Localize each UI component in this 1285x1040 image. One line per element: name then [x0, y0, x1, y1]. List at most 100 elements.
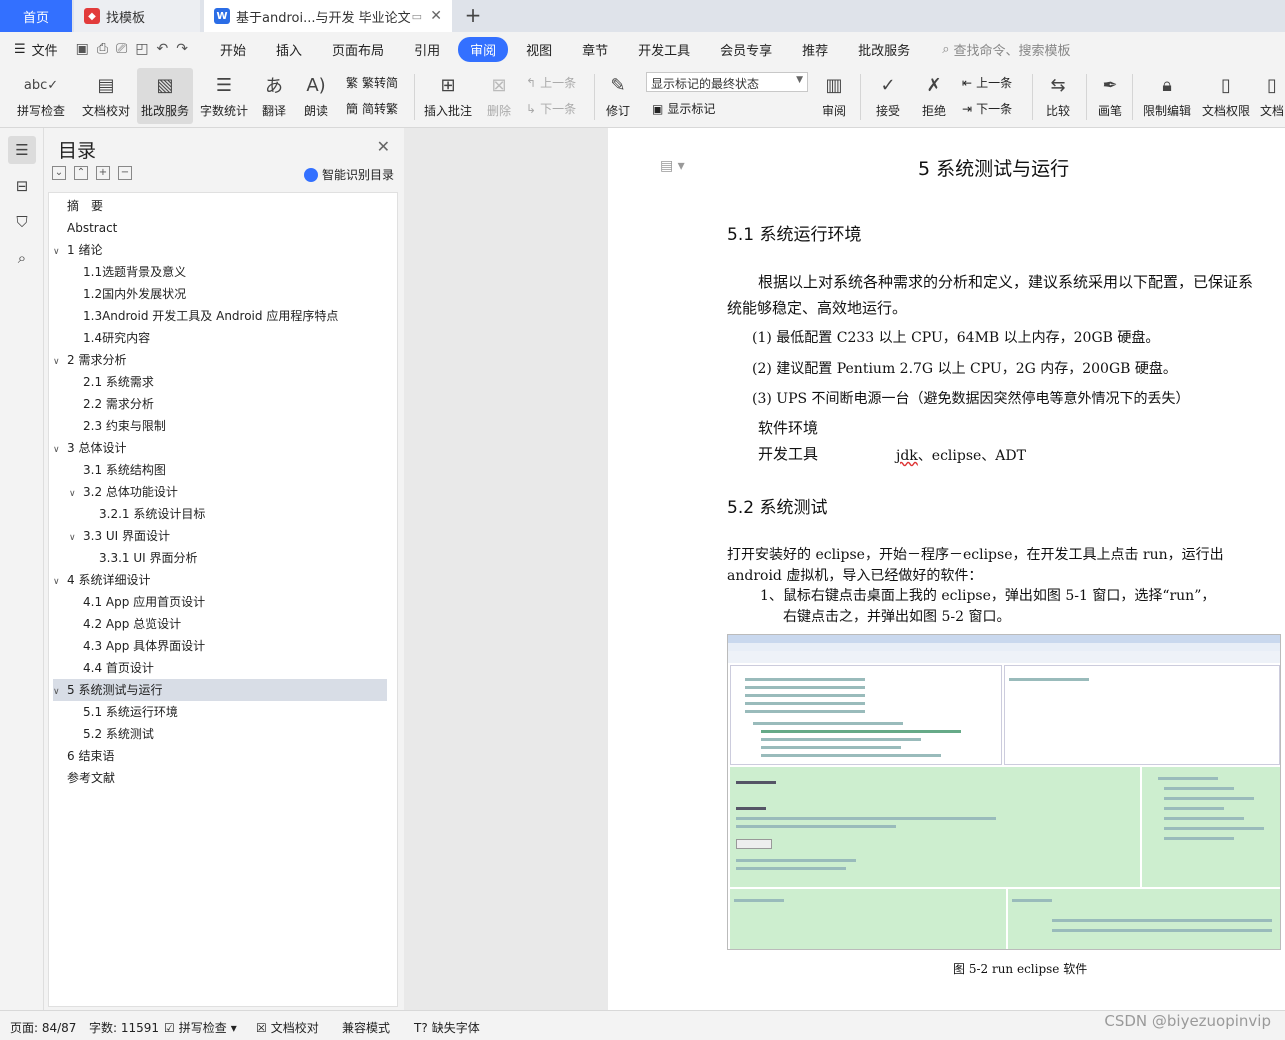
toc-item[interactable]: 2.1 系统需求 — [53, 371, 387, 393]
toc-item[interactable]: 4.2 App 总览设计 — [53, 613, 387, 635]
show-markup-button[interactable]: ▣ 显示标记 — [652, 100, 715, 117]
toc-item[interactable]: ∨ 5 系统测试与运行 — [53, 679, 387, 701]
doccheck-button[interactable]: ▤ 文档校对 — [78, 68, 134, 124]
word-count[interactable]: 字数: 11591 — [89, 1019, 159, 1036]
collapse-icon[interactable]: ⌄ — [52, 166, 66, 180]
toc-item[interactable]: 3.2.1 系统设计目标 — [53, 503, 387, 525]
command-search[interactable]: ⌕ 查找命令、搜索模板 — [942, 40, 1070, 59]
page-options-icon[interactable]: ▤ ▾ — [660, 158, 685, 174]
new-tab-button[interactable]: + — [462, 3, 484, 27]
chevron-down-icon[interactable]: ∨ — [53, 681, 67, 703]
toc-item[interactable]: 3.3.1 UI 界面分析 — [53, 547, 387, 569]
toc-item[interactable]: 3.1 系统结构图 — [53, 459, 387, 481]
compare-button[interactable]: ⇆ 比较 — [1040, 68, 1076, 124]
spellcheck-toggle[interactable]: ☑ 拼写检查 ▾ — [164, 1019, 237, 1036]
smart-toc-button[interactable]: 智能识别目录 — [303, 166, 394, 183]
tab-home[interactable]: 首页 — [0, 0, 72, 32]
review-pane-button[interactable]: ▥ 审阅 — [816, 68, 852, 124]
chevron-down-icon[interactable]: ∨ — [53, 439, 67, 461]
chevron-down-icon[interactable]: ∨ — [53, 571, 67, 593]
spellcheck-button[interactable]: abc✓ 拼写检查 — [10, 68, 72, 124]
toc-item[interactable]: 5.2 系统测试 — [53, 723, 387, 745]
file-menu[interactable]: ☰ 文件 — [14, 40, 58, 59]
toc-item[interactable]: ∨ 4 系统详细设计 — [53, 569, 387, 591]
toc-item[interactable]: ∨ 3.2 总体功能设计 — [53, 481, 387, 503]
toc-item[interactable]: 6 结束语 — [53, 745, 387, 767]
menu-recommend[interactable]: 推荐 — [790, 37, 840, 62]
chevron-down-icon[interactable]: ∨ — [53, 351, 67, 373]
toc-item[interactable]: 5.1 系统运行环境 — [53, 701, 387, 723]
missing-font[interactable]: T? 缺失字体 — [414, 1019, 480, 1036]
toc-item[interactable]: 4.3 App 具体界面设计 — [53, 635, 387, 657]
delete-comment-button[interactable]: ⊠ 删除 — [482, 68, 516, 124]
close-tab-icon[interactable]: ✕ — [430, 8, 442, 24]
menu-layout[interactable]: 页面布局 — [320, 37, 396, 62]
tab-template[interactable]: ◆ 找模板 — [74, 0, 200, 32]
toc-item[interactable]: 1.1选题背景及意义 — [53, 261, 387, 283]
bookmark-icon[interactable]: ⛉ — [8, 208, 36, 236]
read-aloud-button[interactable]: A) 朗读 — [300, 68, 332, 124]
restrict-edit-button[interactable]: 🔒︎ 限制编辑 — [1140, 68, 1194, 124]
next-comment-button[interactable]: ↳ 下一条 — [526, 100, 576, 117]
accept-button[interactable]: ✓ 接受 — [870, 68, 906, 124]
expand-icon[interactable]: ⌃ — [74, 166, 88, 180]
menu-review[interactable]: 审阅 — [458, 36, 509, 62]
pen-button[interactable]: ✒ 画笔 — [1094, 68, 1126, 124]
menu-correction[interactable]: 批改服务 — [846, 37, 922, 62]
toc-item[interactable]: ∨ 1 绪论 — [53, 239, 387, 261]
toc-item[interactable]: 4.1 App 应用首页设计 — [53, 591, 387, 613]
undo-icon[interactable]: ↶ — [157, 41, 169, 57]
doc-permission-button[interactable]: ▯ 文档权限 — [1200, 68, 1252, 124]
compat-mode[interactable]: 兼容模式 — [342, 1019, 390, 1036]
find-icon[interactable]: ⌕ — [8, 244, 36, 272]
doccheck-status[interactable]: ☒ 文档校对 — [256, 1019, 319, 1036]
float-window-icon[interactable]: ▭ — [412, 10, 422, 23]
menu-developer[interactable]: 开发工具 — [626, 37, 702, 62]
simp-to-trad-button[interactable]: 簡简转繁 — [346, 100, 398, 117]
redo-icon[interactable]: ↷ — [176, 41, 188, 57]
toc-item[interactable]: 2.3 约束与限制 — [53, 415, 387, 437]
remove-heading-icon[interactable]: − — [118, 166, 132, 180]
tab-document[interactable]: W 基于androi...与开发 毕业论文 ▭ ✕ — [204, 0, 452, 32]
menu-start[interactable]: 开始 — [208, 37, 258, 62]
menu-view[interactable]: 视图 — [514, 37, 564, 62]
correction-service-button[interactable]: ▧ 批改服务 — [137, 68, 193, 124]
toc-item[interactable]: 1.3Android 开发工具及 Android 应用程序特点 — [53, 305, 387, 327]
track-changes-button[interactable]: ✎ 修订 — [600, 68, 636, 124]
trad-to-simp-button[interactable]: 繁繁转简 — [346, 74, 398, 91]
print-icon[interactable]: ⎚ — [116, 41, 127, 57]
toc-item[interactable]: ∨ 2 需求分析 — [53, 349, 387, 371]
menu-section[interactable]: 章节 — [570, 37, 620, 62]
navigation-icon[interactable]: ⊟ — [8, 172, 36, 200]
add-heading-icon[interactable]: + — [96, 166, 110, 180]
toc-icon[interactable]: ☰ — [8, 136, 36, 164]
wordcount-button[interactable]: ☰ 字数统计 — [198, 68, 250, 124]
prev-comment-button[interactable]: ↰ 上一条 — [526, 74, 576, 91]
toc-item[interactable]: 1.4研究内容 — [53, 327, 387, 349]
page-indicator[interactable]: 页面: 84/87 — [10, 1019, 76, 1036]
toc-item[interactable]: 4.4 首页设计 — [53, 657, 387, 679]
close-icon[interactable]: ✕ — [377, 137, 390, 156]
next-change-button[interactable]: ⇥ 下一条 — [962, 100, 1012, 117]
print-preview-icon[interactable]: ◰ — [135, 41, 148, 57]
save-icon[interactable]: ▣ — [76, 41, 89, 57]
toc-item[interactable]: ∨ 3 总体设计 — [53, 437, 387, 459]
toc-item[interactable]: 参考文献 — [53, 767, 387, 789]
export-pdf-icon[interactable]: ⎙ — [97, 41, 108, 57]
insert-comment-button[interactable]: ⊞ 插入批注 — [422, 68, 474, 124]
translate-button[interactable]: あ 翻译 — [256, 68, 292, 124]
markup-mode-select[interactable]: 显示标记的最终状态 ▼ — [646, 72, 808, 92]
chevron-down-icon[interactable]: ∨ — [69, 527, 83, 549]
menu-insert[interactable]: 插入 — [264, 37, 314, 62]
menu-reference[interactable]: 引用 — [402, 37, 452, 62]
toc-item[interactable]: ∨ 3.3 UI 界面设计 — [53, 525, 387, 547]
toc-item[interactable]: 1.2国内外发展状况 — [53, 283, 387, 305]
menu-member[interactable]: 会员专享 — [708, 37, 784, 62]
doc-more-button[interactable]: ▯ 文档 — [1258, 68, 1285, 124]
prev-change-button[interactable]: ⇤ 上一条 — [962, 74, 1012, 91]
toc-item[interactable]: 摘 要 — [53, 195, 387, 217]
reject-button[interactable]: ✗ 拒绝 — [916, 68, 952, 124]
toc-item[interactable]: 2.2 需求分析 — [53, 393, 387, 415]
chevron-down-icon[interactable]: ∨ — [53, 241, 67, 263]
toc-item[interactable]: Abstract — [53, 217, 387, 239]
